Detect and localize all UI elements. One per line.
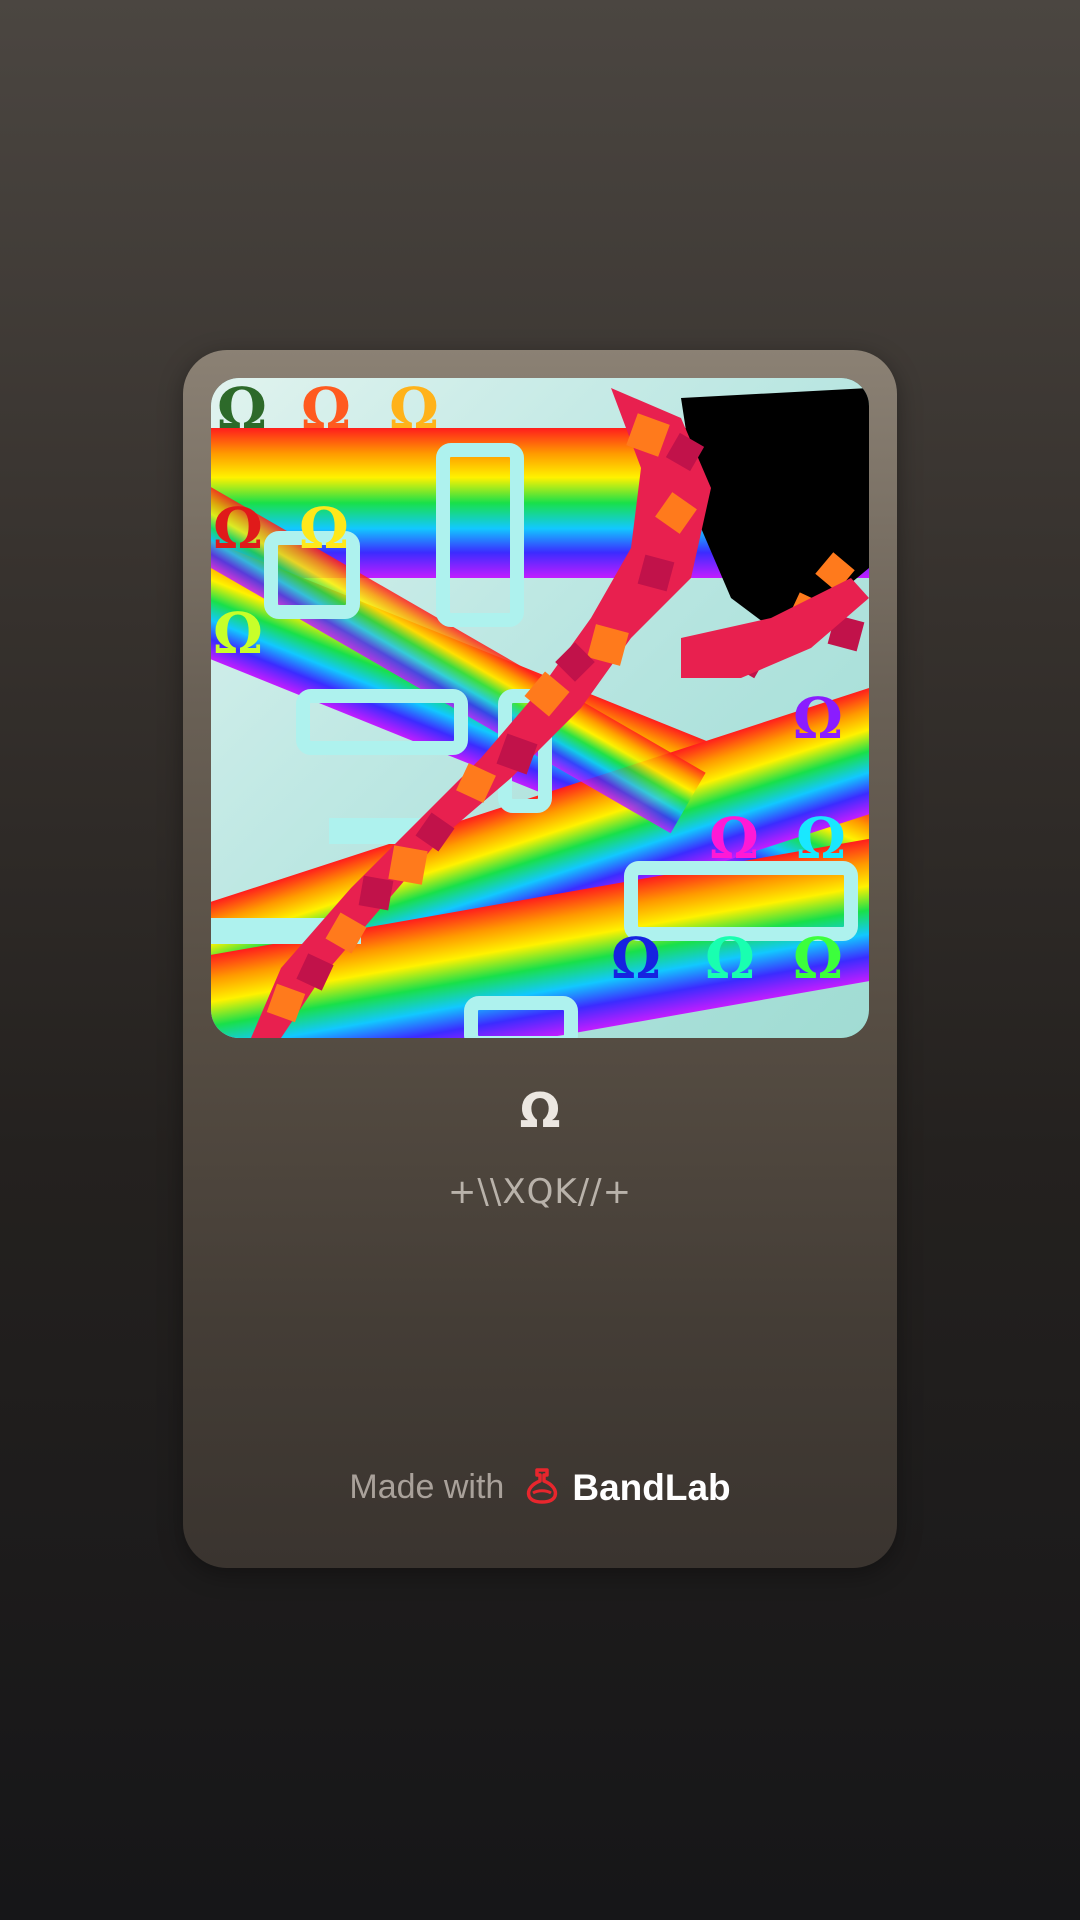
svg-text:Ω: Ω (213, 601, 263, 667)
share-card: Ω Ω Ω Ω Ω Ω Ω Ω Ω Ω Ω Ω Ω +\\XQK//+ Made… (183, 350, 897, 1568)
track-title: Ω (519, 1083, 561, 1139)
svg-text:Ω: Ω (796, 806, 846, 872)
brand-name: BandLab (572, 1466, 731, 1508)
made-with-label: Made with (349, 1468, 505, 1506)
svg-text:Ω: Ω (793, 926, 843, 992)
svg-text:Ω: Ω (299, 496, 349, 562)
bandlab-logo[interactable]: BandLab (522, 1465, 731, 1510)
svg-text:Ω: Ω (217, 378, 267, 442)
svg-text:Ω: Ω (705, 926, 755, 992)
bandlab-flask-icon (522, 1465, 562, 1510)
svg-text:Ω: Ω (611, 926, 661, 992)
svg-text:Ω: Ω (709, 806, 759, 872)
cover-artwork: Ω Ω Ω Ω Ω Ω Ω Ω Ω Ω Ω Ω (211, 378, 869, 1038)
made-with-footer: Made with BandLab (183, 1465, 897, 1510)
svg-text:Ω: Ω (389, 378, 439, 442)
artist-name: +\\XQK//+ (447, 1172, 633, 1212)
svg-text:Ω: Ω (301, 378, 351, 442)
svg-text:Ω: Ω (213, 496, 263, 562)
svg-text:Ω: Ω (793, 686, 843, 752)
